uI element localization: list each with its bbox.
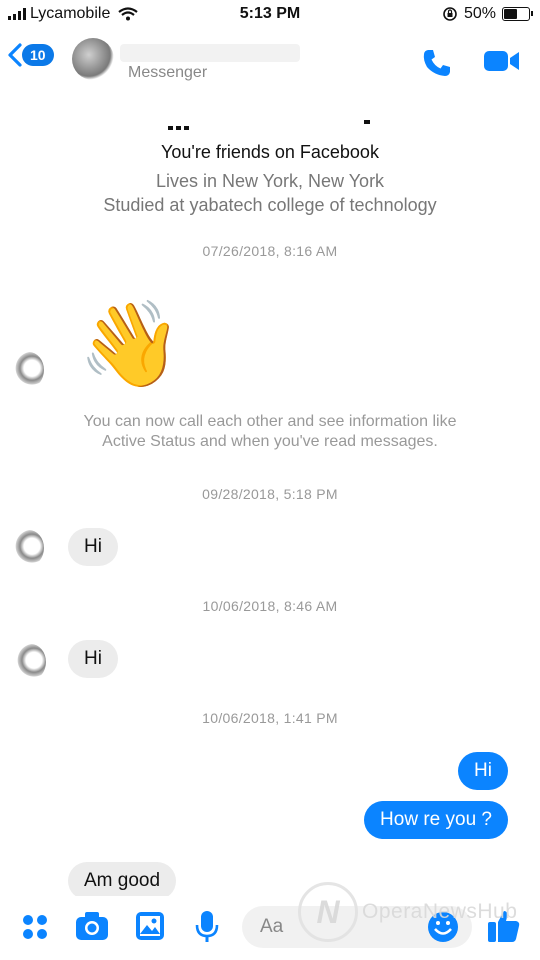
outgoing-message[interactable]: Hi xyxy=(458,752,508,790)
apps-button[interactable] xyxy=(20,912,50,947)
message-input-placeholder: Aa xyxy=(260,916,284,937)
contact-name-redacted[interactable] xyxy=(120,44,300,62)
microphone-icon xyxy=(195,911,219,942)
voice-button[interactable] xyxy=(194,910,220,949)
watermark: N OperaNewsHub xyxy=(298,882,518,942)
conversation-header: 10 Messenger xyxy=(0,30,540,92)
gallery-button[interactable] xyxy=(134,910,166,947)
outgoing-message[interactable]: How re you ? xyxy=(364,801,508,839)
watermark-text: OperaNewsHub xyxy=(362,900,518,923)
video-call-button[interactable] xyxy=(483,48,521,79)
camera-icon xyxy=(76,912,108,940)
rotation-lock-icon xyxy=(443,7,457,21)
wave-emoji: 👋 xyxy=(78,297,183,391)
redacted-name-fragment xyxy=(168,120,370,134)
info-line-1: You can now call each other and see info… xyxy=(83,413,457,430)
sender-avatar[interactable] xyxy=(14,352,44,388)
info-message: You can now call each other and see info… xyxy=(0,412,540,452)
timestamp: 09/28/2018, 5:18 PM xyxy=(202,486,338,502)
incoming-message[interactable]: Hi xyxy=(68,640,118,678)
friends-on-facebook: You're friends on Facebook xyxy=(161,142,379,162)
battery-icon xyxy=(502,7,533,21)
timestamp: 10/06/2018, 8:46 AM xyxy=(202,598,338,614)
camera-button[interactable] xyxy=(74,910,110,947)
battery-percent: 50% xyxy=(463,5,496,22)
timestamp: 10/06/2018, 1:41 PM xyxy=(202,710,338,726)
lives-in: Lives in New York, New York xyxy=(155,171,385,191)
timestamp: 07/26/2018, 8:16 AM xyxy=(202,243,338,259)
incoming-message[interactable]: Am good xyxy=(68,862,177,900)
sender-avatar[interactable] xyxy=(16,644,46,680)
back-button[interactable]: 10 xyxy=(6,42,54,68)
video-camera-icon xyxy=(484,51,519,71)
studied-at: Studied at yabatech college of technolog… xyxy=(103,195,437,215)
header-subtitle: Messenger xyxy=(128,64,208,81)
unread-count-badge: 10 xyxy=(22,44,54,66)
status-bar: Lycamobile 5:13 PM 50% xyxy=(0,0,540,30)
incoming-message[interactable]: Hi xyxy=(68,528,118,566)
watermark-logo-icon: N xyxy=(298,882,358,942)
gallery-icon xyxy=(136,912,164,940)
contact-avatar[interactable] xyxy=(72,38,114,80)
sender-avatar[interactable] xyxy=(14,530,44,566)
status-right: 50% xyxy=(442,5,533,23)
call-button[interactable] xyxy=(420,46,454,85)
info-line-2: Active Status and when you've read messa… xyxy=(102,433,438,450)
phone-icon xyxy=(423,50,450,76)
apps-grid-icon xyxy=(23,915,47,939)
